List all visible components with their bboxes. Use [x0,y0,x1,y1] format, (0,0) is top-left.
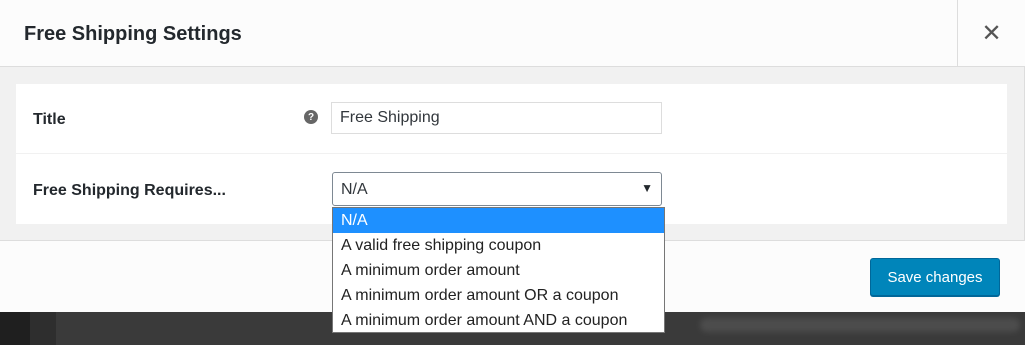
requires-select-value: N/A [341,181,368,198]
backdrop-sidebar [0,310,30,345]
dropdown-option[interactable]: A minimum order amount AND a coupon [333,308,664,333]
title-input[interactable] [331,102,662,134]
dropdown-option[interactable]: A valid free shipping coupon [333,233,664,258]
chevron-down-icon: ▼ [641,181,653,195]
title-label: Title [33,111,66,128]
requires-label: Free Shipping Requires... [33,182,226,199]
requires-dropdown-list: N/A A valid free shipping coupon A minim… [332,207,665,333]
dropdown-option[interactable]: A minimum order amount [333,258,664,283]
modal-title: Free Shipping Settings [24,23,242,45]
dropdown-option[interactable]: N/A [333,208,664,233]
requires-select[interactable]: N/A ▼ [332,172,662,206]
backdrop-text-blur [700,318,1020,332]
close-button[interactable]: ✕ [957,0,1025,67]
dropdown-option[interactable]: A minimum order amount OR a coupon [333,283,664,308]
save-changes-button[interactable]: Save changes [870,258,1000,296]
modal-header: Free Shipping Settings ✕ [0,0,1025,67]
help-icon[interactable]: ? [304,110,318,124]
close-icon: ✕ [981,20,1002,47]
